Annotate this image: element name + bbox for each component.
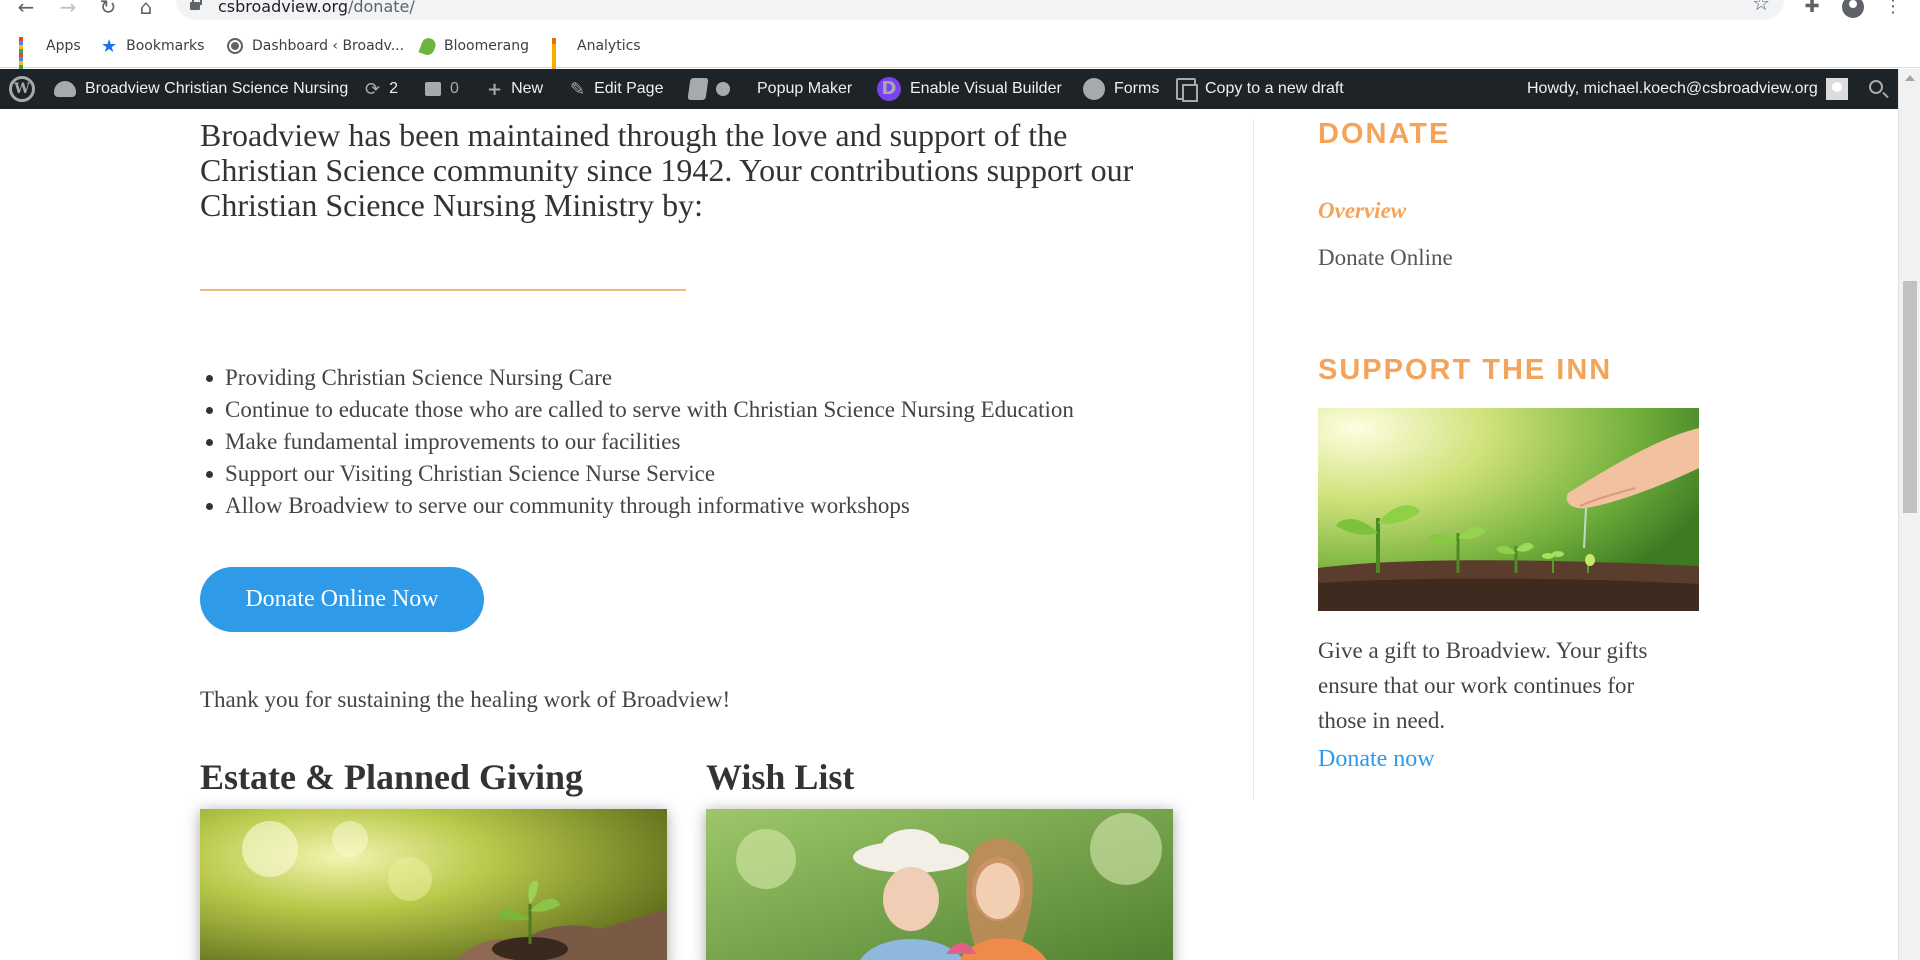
account-menu[interactable]: Howdy, michael.koech@csbroadview.org — [1527, 69, 1848, 109]
support-description: Give a gift to Broadview. Your gifts ens… — [1318, 638, 1648, 733]
sidebar-link-donate-online[interactable]: Donate Online — [1318, 243, 1453, 273]
bookmark-star-icon[interactable]: ☆ — [1752, 0, 1770, 14]
support-the-inn-heading: SUPPORT THE INN — [1318, 354, 1613, 386]
chrome-menu-icon[interactable]: ⋮ — [1880, 0, 1906, 20]
pencil-icon: ✎ — [570, 78, 586, 100]
back-arrow-icon[interactable]: ← — [12, 0, 40, 20]
forward-arrow-icon[interactable]: → — [54, 0, 82, 20]
list-item: Make fundamental improvements to our fac… — [200, 426, 1180, 458]
reload-icon[interactable]: ↻ — [94, 0, 122, 20]
yoast-seo-menu[interactable] — [687, 69, 730, 109]
seedlings-image — [1318, 408, 1699, 611]
donate-online-now-button[interactable]: Donate Online Now — [200, 567, 484, 632]
copy-icon — [1176, 78, 1198, 102]
estate-planned-giving-heading[interactable]: Estate & Planned Giving — [200, 756, 583, 798]
sidebar-divider — [1253, 119, 1254, 799]
edit-page-link[interactable]: ✎ Edit Page — [570, 69, 663, 109]
scrollbar-thumb[interactable] — [1903, 281, 1917, 513]
lock-icon — [190, 0, 202, 10]
enable-visual-builder-link[interactable]: D Enable Visual Builder — [877, 69, 1062, 109]
home-icon[interactable]: ⌂ — [132, 0, 160, 20]
plus-icon: + — [487, 78, 503, 100]
bookmark-bloomerang[interactable]: Bloomerang — [418, 34, 529, 58]
url-text: csbroadview.org/donate/ — [218, 0, 415, 16]
forms-icon — [1083, 78, 1105, 100]
list-item: Continue to educate those who are called… — [200, 394, 1180, 426]
comment-bubble-icon — [425, 82, 441, 96]
comments-count: 0 — [450, 80, 459, 97]
analytics-bars-icon — [552, 37, 568, 72]
estate-planned-giving-image[interactable] — [200, 809, 667, 960]
site-name: Broadview Christian Science Nursing — [85, 80, 349, 97]
intro-paragraph: Broadview has been maintained through th… — [200, 117, 1134, 223]
extensions-puzzle-icon[interactable]: ✚ — [1799, 0, 1825, 20]
bookmark-apps[interactable]: Apps — [19, 34, 81, 73]
list-item: Providing Christian Science Nursing Care — [200, 362, 1180, 394]
wp-admin-bar: Broadview Christian Science Nursing ⟳ 2 … — [0, 69, 1920, 109]
apps-grid-icon — [19, 37, 37, 73]
bookmark-bookmarks[interactable]: ★ Bookmarks — [101, 34, 204, 58]
browser-toolbar: ← → ↻ ⌂ csbroadview.org/donate/ ☆ ✚ ⋮ — [0, 0, 1920, 24]
bookmark-analytics[interactable]: Analytics — [552, 34, 641, 72]
sidebar-link-overview[interactable]: Overview — [1318, 196, 1406, 226]
address-bar[interactable]: csbroadview.org/donate/ ☆ — [176, 0, 1784, 20]
divi-logo-icon: D — [877, 77, 901, 101]
leaf-icon — [418, 35, 438, 57]
star-icon: ★ — [101, 35, 118, 57]
wordpress-logo-icon — [9, 76, 35, 102]
forms-menu[interactable]: Forms — [1083, 69, 1159, 109]
page-content: Broadview has been maintained through th… — [0, 109, 1898, 960]
copy-to-draft-link[interactable]: Copy to a new draft — [1176, 69, 1344, 109]
updates-count: 2 — [389, 80, 398, 97]
list-item: Allow Broadview to serve our community t… — [200, 490, 1180, 522]
thank-you-text: Thank you for sustaining the healing wor… — [200, 687, 731, 712]
wp-logo-menu[interactable] — [9, 69, 35, 109]
site-name-menu[interactable]: Broadview Christian Science Nursing — [54, 69, 348, 109]
bookmark-dashboard[interactable]: Dashboard ‹ Broadv... — [227, 34, 404, 58]
wish-list-heading[interactable]: Wish List — [706, 756, 854, 798]
comments-menu[interactable]: 0 — [425, 69, 459, 109]
list-item: Support our Visiting Christian Science N… — [200, 458, 1180, 490]
popup-maker-menu[interactable]: Popup Maker — [757, 69, 852, 109]
seo-score-dot-icon — [716, 82, 730, 96]
updates-refresh-icon: ⟳ — [365, 78, 381, 100]
updates-menu[interactable]: ⟳ 2 — [365, 69, 398, 109]
search-icon[interactable] — [1869, 80, 1883, 94]
scroll-up-arrow-icon[interactable] — [1905, 75, 1915, 81]
yoast-icon — [687, 78, 709, 100]
donate-sidebar-heading: DONATE — [1318, 118, 1451, 150]
donate-now-link[interactable]: Donate now — [1318, 742, 1435, 777]
howdy-text: Howdy, michael.koech@csbroadview.org — [1527, 80, 1818, 97]
new-content-menu[interactable]: + New — [487, 69, 543, 109]
profile-avatar-icon[interactable] — [1842, 0, 1864, 18]
dashboard-gauge-icon — [54, 81, 76, 97]
page-scrollbar[interactable] — [1898, 69, 1920, 960]
divider — [200, 289, 686, 291]
bookmarks-bar: Apps ★ Bookmarks Dashboard ‹ Broadv... B… — [0, 24, 1920, 73]
user-avatar-icon — [1825, 78, 1848, 100]
globe-icon — [227, 38, 243, 54]
wish-list-image[interactable] — [706, 809, 1173, 960]
contributions-list: Providing Christian Science Nursing Care… — [200, 362, 1180, 522]
